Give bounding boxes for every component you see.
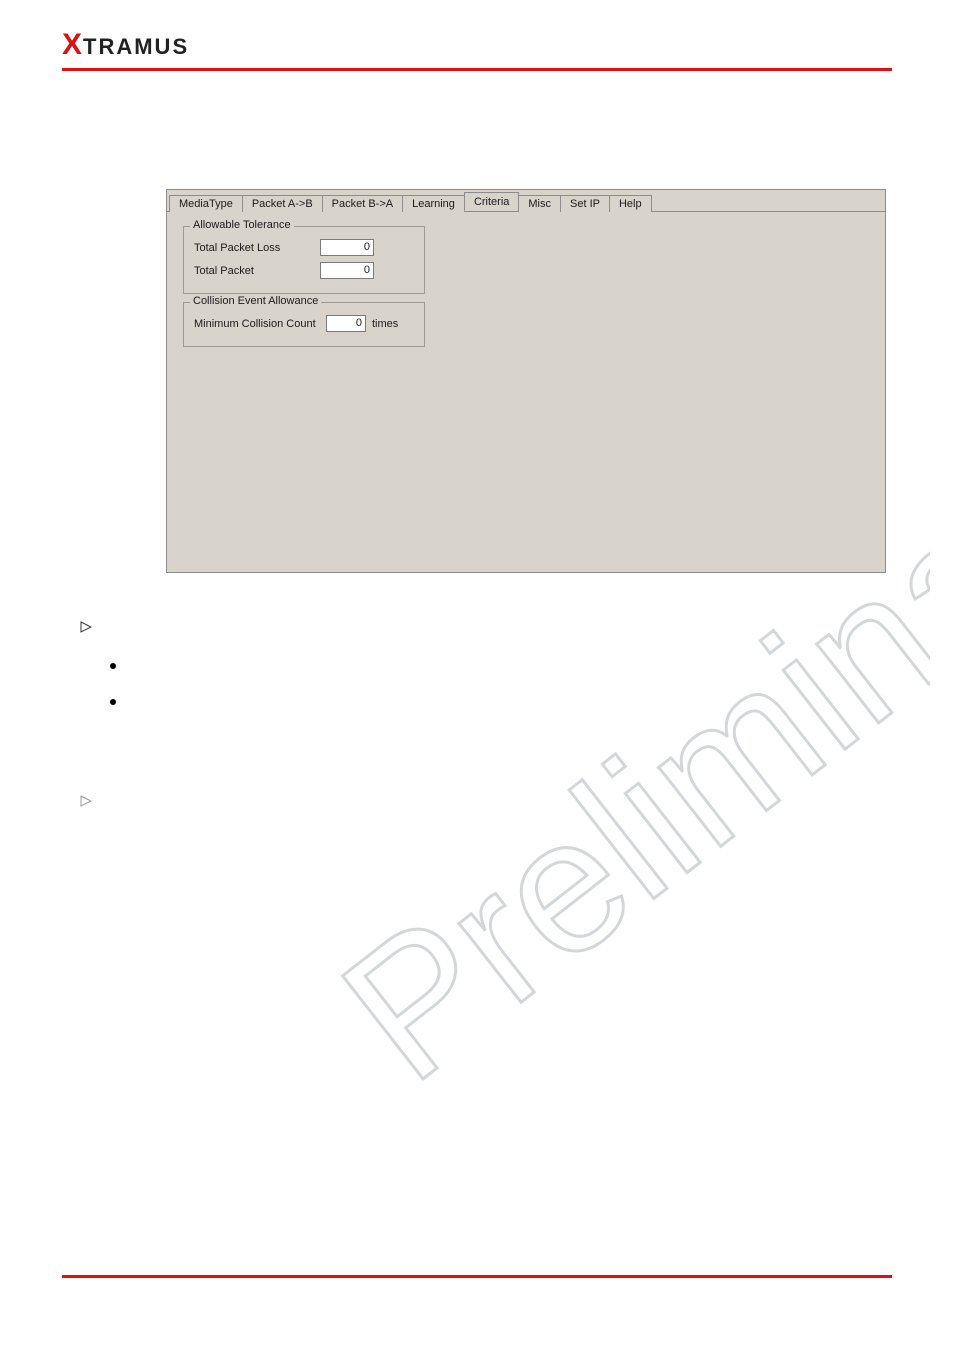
tab-strip: MediaType Packet A->B Packet B->A Learni…: [167, 190, 885, 212]
disc-icon: [110, 699, 116, 705]
footer-rule: [62, 1275, 892, 1278]
collision-event-legend: Collision Event Allowance: [190, 295, 321, 307]
tab-packet-ab[interactable]: Packet A->B: [242, 195, 323, 212]
arrow-right-icon: [80, 621, 92, 633]
disc-bullet: [80, 663, 880, 669]
header: XTRAMUS: [0, 0, 954, 68]
label-min-collision: Minimum Collision Count: [194, 318, 326, 330]
logo-x: X: [62, 28, 83, 61]
settings-panel: MediaType Packet A->B Packet B->A Learni…: [166, 189, 886, 573]
content: MediaType Packet A->B Packet B->A Learni…: [0, 71, 954, 105]
label-total-packet-loss: Total Packet Loss: [194, 242, 320, 254]
bullet-area: [80, 605, 880, 819]
input-min-collision[interactable]: 0: [326, 315, 366, 332]
arrow-right-icon: [80, 795, 92, 807]
panel-body: Allowable Tolerance Total Packet Loss 0 …: [167, 212, 885, 365]
tab-setip[interactable]: Set IP: [560, 195, 610, 212]
tab-misc[interactable]: Misc: [518, 195, 561, 212]
tab-mediatype[interactable]: MediaType: [169, 195, 243, 212]
tab-learning[interactable]: Learning: [402, 195, 465, 212]
label-total-packet: Total Packet: [194, 265, 320, 277]
allowable-tolerance-group: Allowable Tolerance Total Packet Loss 0 …: [183, 226, 425, 294]
allowable-tolerance-legend: Allowable Tolerance: [190, 219, 294, 231]
suffix-times: times: [372, 318, 398, 330]
tab-packet-ba[interactable]: Packet B->A: [322, 195, 403, 212]
input-total-packet[interactable]: 0: [320, 262, 374, 279]
tab-criteria[interactable]: Criteria: [464, 192, 519, 211]
row-total-packet-loss: Total Packet Loss 0: [194, 239, 414, 256]
tab-help[interactable]: Help: [609, 195, 652, 212]
row-min-collision: Minimum Collision Count 0 times: [194, 315, 414, 332]
disc-bullet: [80, 699, 880, 705]
logo: XTRAMUS: [62, 41, 189, 58]
collision-event-group: Collision Event Allowance Minimum Collis…: [183, 302, 425, 347]
input-total-packet-loss[interactable]: 0: [320, 239, 374, 256]
row-total-packet: Total Packet 0: [194, 262, 414, 279]
arrow-bullet: [80, 795, 880, 807]
disc-icon: [110, 663, 116, 669]
logo-rest: TRAMUS: [83, 34, 189, 59]
arrow-bullet: [80, 621, 880, 633]
